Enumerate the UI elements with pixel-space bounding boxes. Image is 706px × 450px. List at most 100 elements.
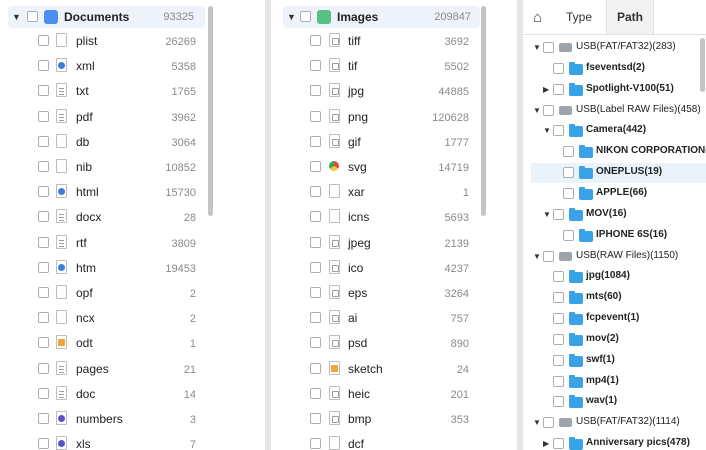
item-checkbox[interactable] xyxy=(38,261,49,273)
node-checkbox[interactable] xyxy=(543,417,554,429)
folder-node[interactable]: jpg(1084) xyxy=(523,267,706,287)
tab-path[interactable]: Path xyxy=(606,0,654,34)
home-icon[interactable]: ⌂ xyxy=(533,9,542,26)
folder-node[interactable]: ▼ MOV(16) xyxy=(523,205,706,225)
item-checkbox[interactable] xyxy=(38,413,49,424)
drive-node[interactable]: ▼ USB(Label RAW Files)(458) xyxy=(523,101,706,121)
chevron-right-icon[interactable]: ▶ xyxy=(543,437,549,450)
list-item[interactable]: eps 3264 xyxy=(271,282,517,304)
item-checkbox[interactable] xyxy=(310,337,321,349)
item-checkbox[interactable] xyxy=(38,236,49,248)
node-checkbox[interactable] xyxy=(553,313,564,325)
item-checkbox[interactable] xyxy=(38,337,49,349)
node-checkbox[interactable] xyxy=(563,229,574,241)
item-checkbox[interactable] xyxy=(310,236,321,248)
folder-node[interactable]: mp4(1) xyxy=(523,372,706,392)
node-checkbox[interactable] xyxy=(563,146,574,158)
drive-node[interactable]: ▼ USB(FAT/FAT32)(283) xyxy=(523,38,706,58)
node-checkbox[interactable] xyxy=(553,375,564,387)
chevron-down-icon[interactable]: ▼ xyxy=(287,10,296,24)
item-checkbox[interactable] xyxy=(310,85,321,97)
list-item[interactable]: xml 5358 xyxy=(0,55,265,77)
item-checkbox[interactable] xyxy=(310,161,321,172)
chevron-down-icon[interactable]: ▼ xyxy=(533,41,541,55)
tab-type[interactable]: Type xyxy=(557,0,601,34)
folder-node[interactable]: IPHONE 6S(16) xyxy=(523,226,706,246)
folder-node[interactable]: mov(2) xyxy=(523,330,706,350)
folder-node[interactable]: NIKON CORPORATION(: xyxy=(523,142,706,162)
chevron-down-icon[interactable]: ▼ xyxy=(533,416,541,430)
folder-node[interactable]: ▼ Camera(442) xyxy=(523,121,706,141)
list-item[interactable]: ico 4237 xyxy=(271,257,517,279)
scrollbar[interactable] xyxy=(481,6,486,216)
item-checkbox[interactable] xyxy=(38,85,49,97)
node-checkbox[interactable] xyxy=(553,83,564,95)
chevron-down-icon[interactable]: ▼ xyxy=(543,208,551,222)
item-checkbox[interactable] xyxy=(38,362,49,374)
list-item[interactable]: htm 19453 xyxy=(0,257,265,279)
list-item[interactable]: pdf 3962 xyxy=(0,106,265,128)
list-item[interactable]: doc 14 xyxy=(0,383,265,405)
category-checkbox[interactable] xyxy=(27,11,38,22)
item-checkbox[interactable] xyxy=(38,312,49,324)
item-checkbox[interactable] xyxy=(310,186,321,198)
folder-node[interactable]: ▶ Anniversary pics(478) xyxy=(523,434,706,450)
node-checkbox[interactable] xyxy=(553,62,564,74)
item-checkbox[interactable] xyxy=(38,135,49,147)
chevron-down-icon[interactable]: ▼ xyxy=(543,124,551,138)
folder-node[interactable]: wav(1) xyxy=(523,392,706,412)
list-item[interactable]: jpeg 2139 xyxy=(271,232,517,254)
scrollbar[interactable] xyxy=(700,38,705,92)
item-checkbox[interactable] xyxy=(38,211,49,223)
list-item[interactable]: numbers 3 xyxy=(0,408,265,430)
node-checkbox[interactable] xyxy=(553,333,564,345)
item-checkbox[interactable] xyxy=(310,413,321,424)
list-item[interactable]: opf 2 xyxy=(0,282,265,304)
item-checkbox[interactable] xyxy=(38,60,49,72)
node-checkbox[interactable] xyxy=(553,208,564,220)
list-item[interactable]: sketch 24 xyxy=(271,358,517,380)
folder-node[interactable]: fseventsd(2) xyxy=(523,59,706,79)
drive-node[interactable]: ▼ USB(RAW Files)(1150) xyxy=(523,247,706,267)
chevron-down-icon[interactable]: ▼ xyxy=(533,250,541,264)
item-checkbox[interactable] xyxy=(38,387,49,399)
folder-node[interactable]: APPLE(66) xyxy=(523,184,706,204)
node-checkbox[interactable] xyxy=(543,104,554,116)
item-checkbox[interactable] xyxy=(310,387,321,399)
list-item[interactable]: xls 7 xyxy=(0,433,265,450)
item-checkbox[interactable] xyxy=(310,438,321,450)
list-item[interactable]: plist 26269 xyxy=(0,30,265,52)
chevron-down-icon[interactable]: ▼ xyxy=(12,10,21,24)
node-checkbox[interactable] xyxy=(553,438,564,450)
item-checkbox[interactable] xyxy=(38,161,49,172)
list-item[interactable]: ai 757 xyxy=(271,307,517,329)
item-checkbox[interactable] xyxy=(38,35,49,46)
item-checkbox[interactable] xyxy=(310,135,321,147)
item-checkbox[interactable] xyxy=(310,312,321,324)
list-item[interactable]: psd 890 xyxy=(271,332,517,354)
node-checkbox[interactable] xyxy=(553,396,564,408)
list-item[interactable]: docx 28 xyxy=(0,206,265,228)
item-checkbox[interactable] xyxy=(38,438,49,450)
folder-node[interactable]: swf(1) xyxy=(523,351,706,371)
list-item[interactable]: dcf xyxy=(271,433,517,450)
scrollbar[interactable] xyxy=(208,6,213,216)
list-item[interactable]: rtf 3809 xyxy=(0,232,265,254)
folder-node[interactable]: ▶ Spotlight-V100(51) xyxy=(523,80,706,100)
list-item[interactable]: txt 1765 xyxy=(0,80,265,102)
node-checkbox[interactable] xyxy=(553,271,564,283)
list-item[interactable]: html 15730 xyxy=(0,181,265,203)
list-item[interactable]: db 3064 xyxy=(0,131,265,153)
item-checkbox[interactable] xyxy=(310,261,321,273)
list-item[interactable]: bmp 353 xyxy=(271,408,517,430)
drive-node[interactable]: ▼ USB(FAT/FAT32)(1114) xyxy=(523,413,706,433)
chevron-right-icon[interactable]: ▶ xyxy=(543,83,549,97)
chevron-down-icon[interactable]: ▼ xyxy=(533,104,541,118)
node-checkbox[interactable] xyxy=(553,292,564,304)
list-item[interactable]: pages 21 xyxy=(0,358,265,380)
item-checkbox[interactable] xyxy=(310,35,321,46)
list-item[interactable]: ncx 2 xyxy=(0,307,265,329)
node-checkbox[interactable] xyxy=(553,354,564,366)
item-checkbox[interactable] xyxy=(38,110,49,122)
node-checkbox[interactable] xyxy=(553,125,564,137)
